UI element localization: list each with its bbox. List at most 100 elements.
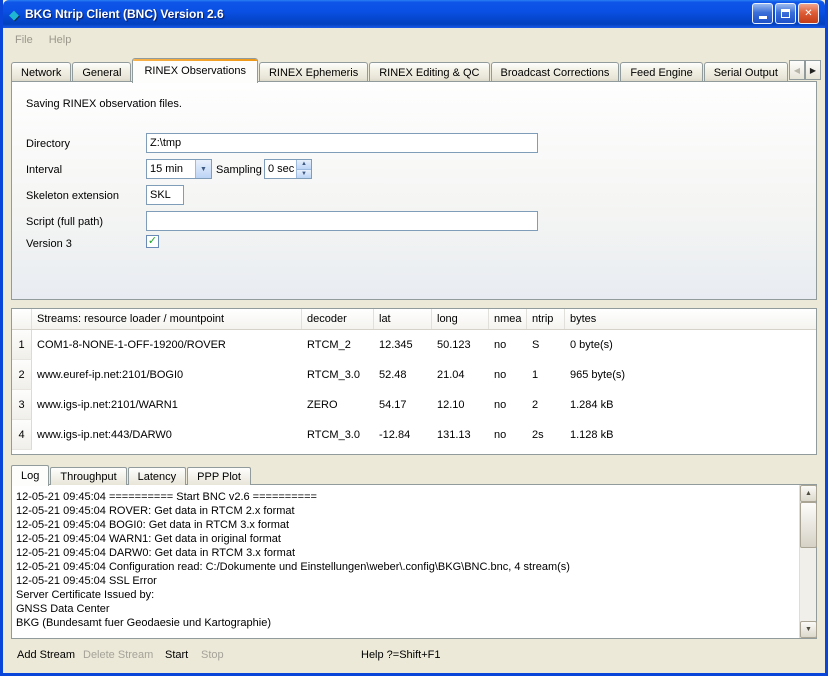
panel-description: Saving RINEX observation files. — [26, 98, 182, 110]
version3-label: Version 3 — [26, 238, 72, 250]
log-line: 12-05-21 09:45:04 ========== Start BNC v… — [16, 490, 794, 504]
interval-label: Interval — [26, 164, 62, 176]
cell-bytes: 1.128 kB — [565, 420, 816, 450]
cell-decoder: RTCM_3.0 — [302, 420, 374, 450]
tab-scroll-right-button[interactable]: ▶ — [805, 60, 821, 80]
cell-lat: -12.84 — [374, 420, 432, 450]
tab-ppp-plot[interactable]: PPP Plot — [187, 467, 251, 485]
tab-scroll-left-button[interactable]: ◀ — [789, 60, 805, 80]
title-bar: ◆ BKG Ntrip Client (BNC) Version 2.6 ✕ — [3, 0, 825, 28]
tab-scroll-left-icon: ◀ — [794, 66, 800, 75]
row-number: 4 — [12, 420, 32, 450]
bottom-toolbar: Add Stream Delete Stream Start Stop Help… — [3, 640, 825, 673]
header-long[interactable]: long — [432, 309, 489, 329]
menu-file[interactable]: File — [7, 32, 41, 48]
close-icon: ✕ — [804, 8, 812, 19]
header-corner — [12, 309, 32, 329]
start-button[interactable]: Start — [165, 649, 188, 661]
spin-up-icon[interactable]: ▲ — [297, 160, 311, 170]
cell-bytes: 1.284 kB — [565, 390, 816, 420]
tab-scroll-buttons: ◀ ▶ — [789, 60, 821, 80]
log-line: 12-05-21 09:45:04 DARW0: Get data in RTC… — [16, 546, 794, 560]
header-lat[interactable]: lat — [374, 309, 432, 329]
cell-mountpoint: www.igs-ip.net:443/DARW0 — [32, 420, 302, 450]
tab-serial-output[interactable]: Serial Output — [704, 62, 788, 82]
log-line: BKG (Bundesamt fuer Geodaesie und Kartog… — [16, 616, 794, 630]
window-title: BKG Ntrip Client (BNC) Version 2.6 — [25, 7, 224, 21]
scroll-up-button[interactable]: ▲ — [800, 485, 817, 502]
spinner-buttons: ▲ ▼ — [296, 160, 311, 178]
table-row[interactable]: 3 www.igs-ip.net:2101/WARN1 ZERO 54.17 1… — [12, 390, 816, 420]
log-content: 12-05-21 09:45:04 ========== Start BNC v… — [12, 485, 798, 638]
cell-lat: 54.17 — [374, 390, 432, 420]
table-row[interactable]: 1 COM1-8-NONE-1-OFF-19200/ROVER RTCM_2 1… — [12, 330, 816, 360]
cell-ntrip: 1 — [527, 360, 565, 390]
skeleton-extension-label: Skeleton extension — [26, 190, 119, 202]
interval-select[interactable]: 15 min ▼ — [146, 159, 212, 179]
app-window: ◆ BKG Ntrip Client (BNC) Version 2.6 ✕ F… — [0, 0, 828, 676]
cell-nmea: no — [489, 360, 527, 390]
tab-throughput[interactable]: Throughput — [50, 467, 126, 485]
cell-bytes: 0 byte(s) — [565, 330, 816, 360]
version3-checkbox[interactable]: ✓ — [146, 235, 159, 248]
streams-table: Streams: resource loader / mountpoint de… — [11, 308, 817, 455]
header-ntrip[interactable]: ntrip — [527, 309, 565, 329]
cell-ntrip: 2 — [527, 390, 565, 420]
tab-rinex-observations[interactable]: RINEX Observations — [132, 58, 257, 83]
log-line: 12-05-21 09:45:04 BOGI0: Get data in RTC… — [16, 518, 794, 532]
menu-bar: File Help — [3, 28, 825, 52]
spin-down-icon[interactable]: ▼ — [297, 170, 311, 179]
scroll-down-icon: ▼ — [805, 626, 812, 633]
row-number: 1 — [12, 330, 32, 360]
cell-long: 12.10 — [432, 390, 489, 420]
tab-general[interactable]: General — [72, 62, 131, 82]
close-button[interactable]: ✕ — [798, 3, 819, 24]
log-line: 12-05-21 09:45:04 ROVER: Get data in RTC… — [16, 504, 794, 518]
cell-decoder: RTCM_3.0 — [302, 360, 374, 390]
tab-broadcast-corrections[interactable]: Broadcast Corrections — [491, 62, 620, 82]
scroll-down-button[interactable]: ▼ — [800, 621, 817, 638]
dropdown-arrow-icon[interactable]: ▼ — [195, 160, 211, 178]
header-decoder[interactable]: decoder — [302, 309, 374, 329]
log-scrollbar[interactable]: ▲ ▼ — [799, 485, 816, 638]
tab-rinex-ephemeris[interactable]: RINEX Ephemeris — [259, 62, 368, 82]
log-area[interactable]: 12-05-21 09:45:04 ========== Start BNC v… — [11, 484, 817, 639]
cell-decoder: RTCM_2 — [302, 330, 374, 360]
cell-nmea: no — [489, 330, 527, 360]
maximize-button[interactable] — [775, 3, 796, 24]
menu-help[interactable]: Help — [41, 32, 80, 48]
add-stream-button[interactable]: Add Stream — [17, 649, 75, 661]
cell-lat: 52.48 — [374, 360, 432, 390]
table-row[interactable]: 4 www.igs-ip.net:443/DARW0 RTCM_3.0 -12.… — [12, 420, 816, 450]
tab-log[interactable]: Log — [11, 465, 49, 486]
tab-bar: Network General RINEX Observations RINEX… — [11, 57, 817, 82]
tab-latency[interactable]: Latency — [128, 467, 187, 485]
minimize-button[interactable] — [752, 3, 773, 24]
stop-button[interactable]: Stop — [201, 649, 224, 661]
scroll-up-icon: ▲ — [805, 490, 812, 497]
directory-input[interactable] — [146, 133, 538, 153]
log-line: Server Certificate Issued by: — [16, 588, 794, 602]
header-mountpoint[interactable]: Streams: resource loader / mountpoint — [32, 309, 302, 329]
cell-ntrip: S — [527, 330, 565, 360]
sampling-spinner[interactable]: 0 sec ▲ ▼ — [264, 159, 312, 179]
cell-mountpoint: www.igs-ip.net:2101/WARN1 — [32, 390, 302, 420]
interval-value: 15 min — [147, 160, 195, 178]
header-bytes[interactable]: bytes — [565, 309, 816, 329]
script-full-path-input[interactable] — [146, 211, 538, 231]
scrollbar-thumb[interactable] — [800, 502, 817, 548]
skeleton-extension-input[interactable] — [146, 185, 184, 205]
table-row[interactable]: 2 www.euref-ip.net:2101/BOGI0 RTCM_3.0 5… — [12, 360, 816, 390]
tab-rinex-editing-qc[interactable]: RINEX Editing & QC — [369, 62, 489, 82]
tab-network[interactable]: Network — [11, 62, 71, 82]
log-line: 12-05-21 09:45:04 Configuration read: C:… — [16, 560, 794, 574]
cell-mountpoint: www.euref-ip.net:2101/BOGI0 — [32, 360, 302, 390]
log-line: GNSS Data Center — [16, 602, 794, 616]
delete-stream-button[interactable]: Delete Stream — [83, 649, 153, 661]
tab-scroll-right-icon: ▶ — [810, 66, 816, 75]
rinex-observations-panel: Saving RINEX observation files. Director… — [11, 81, 817, 300]
header-nmea[interactable]: nmea — [489, 309, 527, 329]
sampling-label: Sampling — [216, 164, 262, 176]
row-number: 3 — [12, 390, 32, 420]
tab-feed-engine[interactable]: Feed Engine — [620, 62, 702, 82]
